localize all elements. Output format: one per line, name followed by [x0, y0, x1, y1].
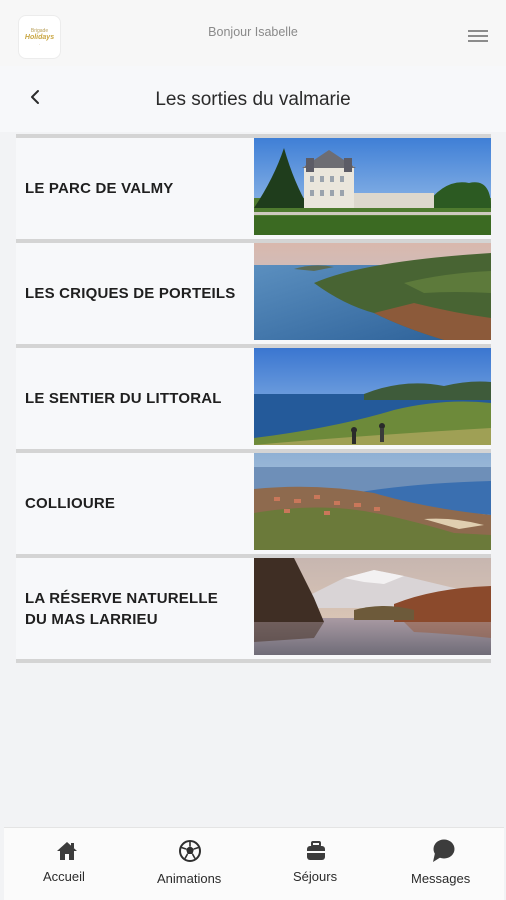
nav-item-accueil[interactable]: Accueil [4, 828, 129, 900]
soccer-ball-icon [179, 840, 201, 867]
home-icon [56, 840, 78, 867]
nav-label: Accueil [43, 869, 85, 884]
outings-list: LE PARC DE VALMY LES CRIQUES DE PORTEILS… [16, 134, 491, 663]
outing-title-line-1: LE SENTIER DU LITTORAL [25, 390, 222, 407]
nav-label: Messages [411, 871, 471, 886]
outing-title: COLLIOURE [16, 449, 254, 554]
bottom-navigation: Accueil Animations Séjours Messages [4, 827, 504, 900]
outing-card-criques-de-porteils[interactable]: LES CRIQUES DE PORTEILS [16, 239, 491, 344]
outing-title-line-1: COLLIOURE [25, 495, 116, 512]
outing-title-line-1: LES CRIQUES DE PORTEILS [25, 285, 236, 302]
nav-item-animations[interactable]: Animations [129, 828, 254, 900]
outing-title: LES CRIQUES DE PORTEILS [16, 239, 254, 344]
outing-title: LE PARC DE VALMY [16, 134, 254, 239]
outing-title-line-2: DU MAS LARRIEU [25, 610, 158, 628]
outing-title: LA RÉSERVE NATURELLE DU MAS LARRIEU [16, 554, 254, 659]
chateau-photo [254, 138, 491, 235]
hamburger-menu-icon[interactable] [468, 30, 488, 44]
nav-label: Animations [157, 871, 222, 886]
page-header: Les sorties du valmarie [0, 66, 506, 132]
coastal-path-photo [254, 348, 491, 445]
nav-item-messages[interactable]: Messages [379, 828, 504, 900]
top-bar: Brigade Holidays · Bonjour Isabelle [0, 0, 506, 66]
greeting-text: Bonjour Isabelle [208, 25, 298, 39]
outing-card-parc-de-valmy[interactable]: LE PARC DE VALMY [16, 134, 491, 239]
river-mountain-photo [254, 558, 491, 655]
outing-card-reserve-naturelle[interactable]: LA RÉSERVE NATURELLE DU MAS LARRIEU [16, 554, 491, 659]
outing-title-line-1: LE PARC DE VALMY [25, 180, 174, 197]
chat-bubble-icon [431, 838, 455, 869]
suitcase-icon [305, 840, 327, 867]
page-title: Les sorties du valmarie [155, 89, 351, 110]
list-bottom-divider [16, 659, 491, 663]
nav-item-sejours[interactable]: Séjours [254, 828, 379, 900]
town-aerial-photo [254, 453, 491, 550]
outing-card-collioure[interactable]: COLLIOURE [16, 449, 491, 554]
app-root: Brigade Holidays · Bonjour Isabelle Les … [0, 0, 506, 900]
logo-line-3: · [38, 41, 41, 47]
nav-label: Séjours [293, 869, 338, 884]
outing-card-sentier-du-littoral[interactable]: LE SENTIER DU LITTORAL [16, 344, 491, 449]
coast-cliffs-photo [254, 243, 491, 340]
outing-title: LE SENTIER DU LITTORAL [16, 344, 254, 449]
outing-title-line-1: LA RÉSERVE NATURELLE [25, 589, 218, 607]
